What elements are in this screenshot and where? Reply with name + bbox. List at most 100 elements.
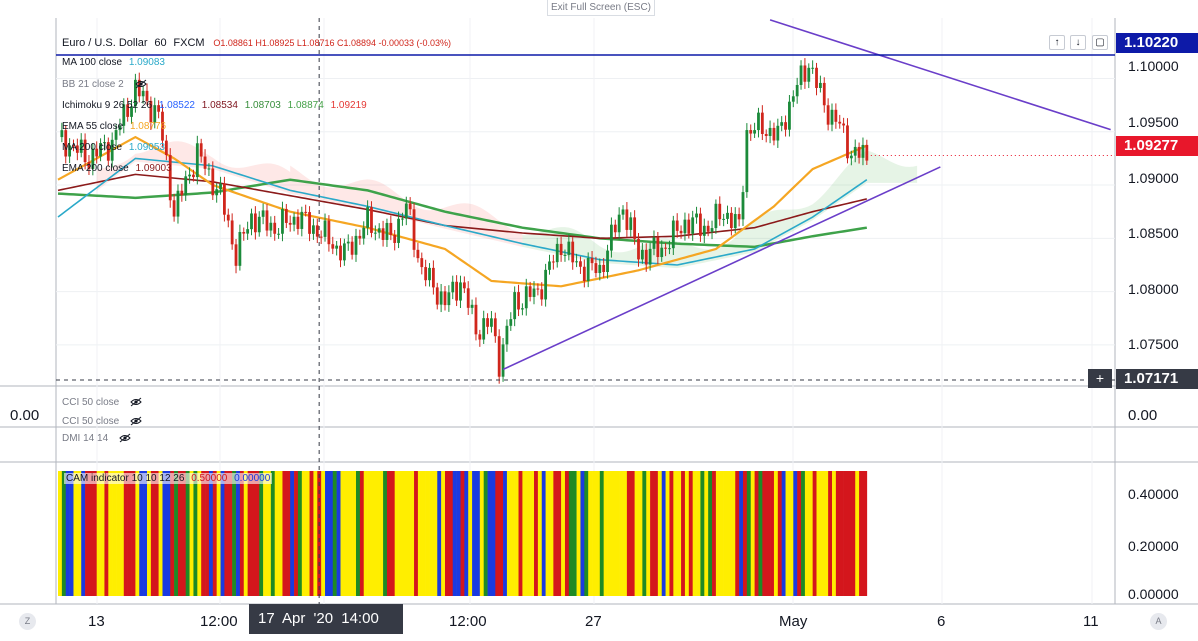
- cam-bar: [433, 471, 438, 596]
- legend-dmi[interactable]: DMI 14 14: [62, 433, 131, 444]
- cam-bar: [305, 471, 310, 596]
- candle-body: [633, 217, 637, 239]
- add-plus-icon[interactable]: +: [1088, 369, 1112, 388]
- candle-body: [625, 209, 629, 230]
- cam-bar: [812, 471, 817, 596]
- cam-bar: [503, 471, 508, 596]
- cam-bar: [723, 471, 728, 596]
- cam-bar: [290, 471, 295, 596]
- cam-bar: [696, 471, 701, 596]
- cam-bar: [414, 471, 419, 596]
- candle-body: [470, 304, 474, 308]
- candle-body: [846, 125, 849, 159]
- legend-ma200[interactable]: MA 200 close 1.09053: [62, 142, 165, 153]
- candle-body: [702, 225, 706, 236]
- candle-body: [617, 214, 621, 233]
- candle-body: [466, 288, 470, 308]
- maximize-pane-button[interactable]: ▢: [1092, 35, 1108, 50]
- candle-body: [799, 65, 803, 85]
- cam-tick: 0.40000: [1128, 486, 1179, 502]
- cam-bar: [688, 471, 693, 596]
- candle-body: [304, 211, 308, 213]
- hidden-eye-icon[interactable]: [130, 416, 142, 426]
- candle-body: [656, 237, 660, 258]
- auto-scale-button[interactable]: A: [1150, 613, 1167, 630]
- legend-ema55[interactable]: EMA 55 close 1.08776: [62, 121, 166, 132]
- cam-bar: [297, 471, 303, 596]
- cam-bar: [653, 471, 659, 596]
- legend-ma100[interactable]: MA 100 close 1.09083: [62, 57, 165, 68]
- cam-bar: [642, 471, 647, 596]
- cam-bar: [259, 471, 264, 596]
- candle-body: [679, 230, 683, 234]
- candle-body: [493, 318, 497, 337]
- legend-bb[interactable]: BB 21 close 2: [62, 79, 147, 90]
- candle-body: [373, 232, 377, 234]
- symbol-header: Euro / U.S. Dollar 60 FXCM O1.08861 H1.0…: [62, 37, 451, 49]
- candle-body: [219, 183, 222, 190]
- candle-body: [331, 244, 335, 249]
- cam-bar: [839, 471, 844, 596]
- move-up-button[interactable]: ↑: [1049, 35, 1065, 50]
- cam-bar: [92, 471, 97, 596]
- time-label: 6: [937, 613, 946, 630]
- legend-ema200[interactable]: EMA 200 close 1.09003: [62, 163, 172, 174]
- candle-body: [660, 247, 664, 258]
- cam-bar: [332, 471, 337, 596]
- cam-bar: [301, 471, 306, 596]
- cam-bar: [336, 471, 341, 596]
- candle-body: [753, 130, 756, 134]
- candle-body: [242, 232, 246, 234]
- legend-cci-2[interactable]: CCI 50 close: [62, 416, 142, 426]
- candle-body: [803, 65, 807, 82]
- candle-body: [261, 210, 265, 217]
- candle-body: [335, 245, 339, 249]
- trendlines[interactable]: [56, 19, 1115, 371]
- cam-bar: [139, 471, 144, 596]
- move-down-button[interactable]: ↓: [1070, 35, 1086, 50]
- hidden-eye-icon[interactable]: [134, 79, 147, 89]
- hidden-eye-icon[interactable]: [119, 433, 131, 443]
- candle-body: [528, 286, 532, 297]
- cam-bar: [739, 471, 744, 596]
- cam-bar: [487, 471, 492, 596]
- candle-body: [482, 318, 486, 340]
- cam-bar: [483, 471, 488, 596]
- legend-ichimoku[interactable]: Ichimoku 9 26 52 26 1.08522 1.08534 1.08…: [62, 100, 367, 111]
- cam-bar: [719, 471, 724, 596]
- cam-bar: [607, 471, 612, 596]
- cam-bar: [514, 471, 519, 596]
- legend-cam[interactable]: CAM indicator 10 10 12 26 0.50000 0.0000…: [64, 473, 273, 484]
- candle-body: [358, 235, 362, 239]
- cam-bar: [530, 471, 535, 596]
- cam-bar: [437, 471, 442, 596]
- candle-body: [474, 304, 478, 335]
- chart-canvas[interactable]: [0, 0, 1198, 641]
- cam-bar: [727, 471, 732, 596]
- candle-body: [563, 254, 567, 256]
- candle-body: [253, 213, 257, 233]
- cam-bar: [592, 471, 597, 596]
- legend-ichimoku-v2: 1.08534: [201, 100, 238, 111]
- candle-body: [273, 222, 277, 234]
- candle-body: [408, 203, 412, 210]
- candle-body: [350, 241, 354, 255]
- cam-bar: [619, 471, 624, 596]
- candle-body: [571, 241, 575, 263]
- cam-bar: [715, 471, 721, 596]
- candle-body: [838, 121, 842, 124]
- cam-bar: [228, 471, 233, 596]
- legend-cci-1[interactable]: CCI 50 close: [62, 397, 142, 408]
- candle-body: [277, 233, 280, 235]
- candle-body: [637, 238, 640, 260]
- cam-bar: [816, 471, 821, 596]
- hidden-eye-icon[interactable]: [130, 397, 142, 407]
- cam-bar: [197, 471, 202, 596]
- candle-body: [327, 220, 331, 245]
- dmi-label: DMI 14 14: [62, 433, 109, 444]
- zoom-toggle-button[interactable]: Z: [19, 613, 36, 630]
- candle-body: [424, 267, 428, 281]
- cam-bar: [773, 471, 779, 596]
- cam-bar: [255, 471, 260, 596]
- cam-bar: [85, 471, 90, 596]
